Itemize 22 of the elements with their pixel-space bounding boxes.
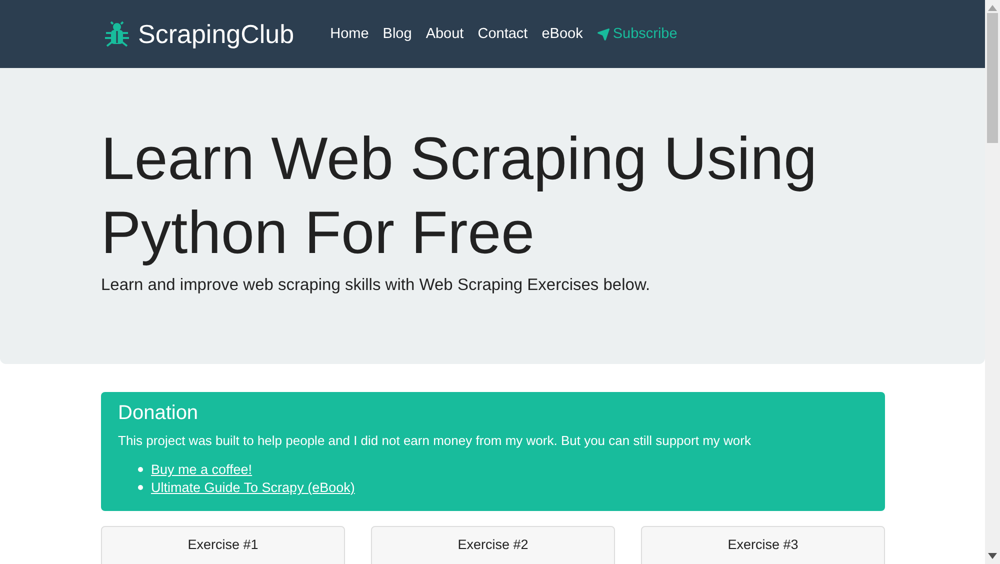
- scroll-up-icon[interactable]: [988, 5, 997, 11]
- exercise-title[interactable]: Exercise #3: [728, 537, 798, 553]
- bullet-icon: [138, 467, 143, 472]
- hero-title: Learn Web Scraping Using Python For Free: [101, 124, 818, 268]
- subscribe-link[interactable]: Subscribe: [596, 26, 678, 42]
- scroll-down-icon[interactable]: [988, 553, 997, 559]
- nav-link[interactable]: About: [426, 26, 464, 42]
- exercise-title[interactable]: Exercise #2: [458, 537, 528, 553]
- bullet-icon: [138, 485, 143, 490]
- donation-text: This project was built to help people and I did not earn money from my work. But you can still support my work: [118, 433, 751, 448]
- nav-link[interactable]: Blog: [382, 26, 412, 42]
- brand-name[interactable]: ScrapingClub: [138, 18, 294, 50]
- nav-link[interactable]: Home: [330, 26, 369, 42]
- hero-subtitle: Learn and improve web scraping skills with Web Scraping Exercises below.: [101, 276, 652, 295]
- scrollbar-thumb[interactable]: [987, 13, 998, 143]
- donation-heading: Donation: [118, 402, 198, 424]
- exercise-title[interactable]: Exercise #1: [188, 537, 258, 553]
- scrollbar[interactable]: [985, 0, 1000, 564]
- bug-icon: [104, 21, 130, 47]
- nav-link[interactable]: eBook: [542, 26, 583, 42]
- paper-plane-icon: [596, 28, 610, 40]
- nav-link[interactable]: Contact: [478, 26, 528, 42]
